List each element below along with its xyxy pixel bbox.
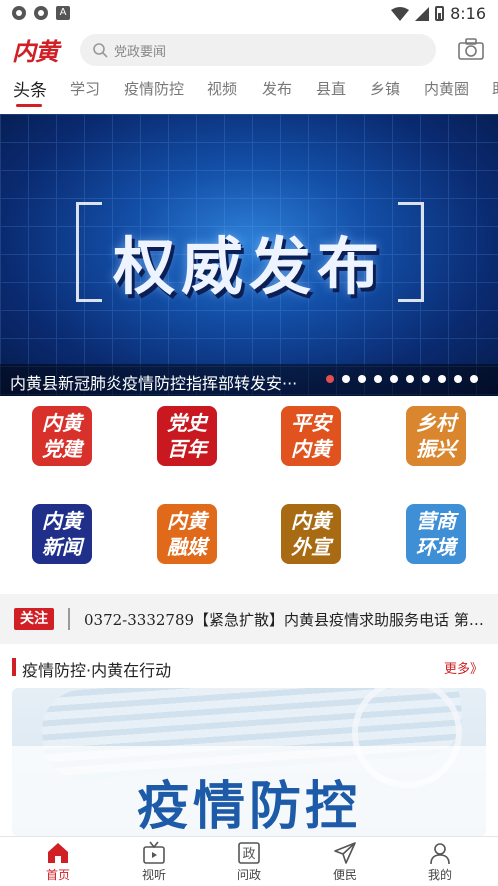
tab-study[interactable]: 学习	[70, 78, 100, 99]
user-icon	[430, 843, 450, 865]
section-more-link[interactable]: 更多》	[444, 658, 483, 677]
grid-item-line2: 环境	[416, 535, 456, 559]
active-tab-indicator	[16, 104, 42, 107]
notice-ticker[interactable]: 关注 0372-3332789【紧急扩散】内黄县疫情求助服务电话 第一批	[0, 594, 498, 644]
feature-card[interactable]: 疫情防控	[12, 688, 486, 836]
carousel-dot[interactable]	[422, 375, 430, 383]
nav-politics[interactable]: 政 问政	[219, 841, 279, 883]
channel-tabs: 头条 学习 疫情防控 视频 发布 县直 乡镇 内黄圈 助	[0, 76, 498, 112]
grid-item-line1: 内黄	[42, 411, 82, 435]
feature-text: 疫情防控	[136, 777, 361, 836]
grid-item-party-history[interactable]: 党史 百年	[157, 406, 217, 466]
battery-icon	[435, 6, 445, 21]
nav-profile[interactable]: 我的	[410, 841, 470, 883]
carousel-dot[interactable]	[438, 375, 446, 383]
settings-notification-icon	[12, 6, 26, 20]
grid-item-line2: 党建	[42, 437, 82, 461]
app-logo: 内黄	[12, 37, 59, 66]
nav-home-label: 首页	[45, 868, 70, 882]
tab-county[interactable]: 县直	[316, 78, 346, 99]
notice-badge: 关注	[14, 608, 54, 630]
nav-service[interactable]: 便民	[315, 841, 375, 883]
nav-service-label: 便民	[332, 868, 357, 882]
grid-item-line1: 内黄	[42, 509, 82, 533]
grid-item-media[interactable]: 内黄 融媒	[157, 504, 217, 564]
tab-release[interactable]: 发布	[262, 78, 292, 99]
tab-neihuang-circle[interactable]: 内黄圈	[424, 78, 469, 99]
grid-item-line2: 外宣	[291, 535, 331, 559]
grid-item-safe-neihuang[interactable]: 平安 内黄	[281, 406, 341, 466]
feature-grid: 内黄 党建 党史 百年 平安 内黄 乡村 振兴 内黄 新闻 内黄 融媒 内黄 外宣 营商 环境	[0, 396, 498, 594]
grid-item-line1: 内黄	[167, 509, 207, 533]
wifi-icon	[391, 6, 410, 21]
carousel-dot[interactable]	[326, 375, 334, 383]
nav-profile-label: 我的	[427, 868, 452, 882]
carousel-dot[interactable]	[342, 375, 350, 383]
carousel-dot[interactable]	[390, 375, 398, 383]
grid-item-business-env[interactable]: 营商 环境	[406, 504, 466, 564]
grid-item-line2: 融媒	[167, 535, 207, 559]
svg-text:政: 政	[242, 847, 255, 862]
settings-notification-icon-2	[34, 6, 48, 20]
tab-epidemic[interactable]: 疫情防控	[124, 78, 184, 99]
nav-media-label: 视听	[141, 868, 166, 882]
a-notification-icon: A	[56, 6, 70, 20]
grid-item-line1: 乡村	[416, 411, 456, 435]
carousel-dot[interactable]	[454, 375, 462, 383]
notice-divider	[68, 608, 70, 630]
tab-towns[interactable]: 乡镇	[370, 78, 400, 99]
grid-item-line1: 内黄	[291, 509, 331, 533]
grid-item-line2: 百年	[167, 437, 207, 461]
tab-help[interactable]: 助	[492, 78, 498, 99]
status-time: 8:16	[450, 4, 486, 23]
carousel-dots	[326, 375, 478, 383]
app-header: 内黄 党政要闻	[0, 28, 498, 72]
tv-icon	[143, 841, 165, 864]
nav-politics-label: 问政	[236, 868, 261, 882]
carousel-dot[interactable]	[358, 375, 366, 383]
grid-item-line1: 平安	[291, 411, 331, 435]
grid-item-party-building[interactable]: 内黄 党建	[32, 406, 92, 466]
zheng-icon: 政	[238, 842, 260, 864]
tab-headline[interactable]: 头条	[13, 76, 47, 101]
camera-icon[interactable]	[458, 38, 484, 60]
status-bar: A 8:16	[0, 0, 498, 28]
carousel-dot[interactable]	[374, 375, 382, 383]
bottom-nav: 首页 视听 政 问政 便民 我的	[0, 836, 498, 886]
carousel-dot[interactable]	[406, 375, 414, 383]
notice-text: 0372-3332789【紧急扩散】内黄县疫情求助服务电话 第一批	[84, 611, 484, 629]
carousel-dot[interactable]	[470, 375, 478, 383]
grid-item-line1: 营商	[416, 509, 456, 533]
send-icon	[334, 842, 356, 864]
grid-item-publicity[interactable]: 内黄 外宣	[281, 504, 341, 564]
search-input[interactable]: 党政要闻	[80, 34, 436, 66]
grid-item-line2: 内黄	[291, 437, 331, 461]
grid-item-line2: 振兴	[416, 437, 456, 461]
banner-caption: 内黄县新冠肺炎疫情防控指挥部转发安···	[10, 374, 298, 393]
home-icon	[48, 843, 68, 863]
nav-home[interactable]: 首页	[28, 841, 88, 883]
grid-item-rural-revival[interactable]: 乡村 振兴	[406, 406, 466, 466]
banner-headline: 权威发布	[112, 230, 385, 303]
tab-video[interactable]: 视频	[207, 78, 237, 99]
nav-media[interactable]: 视听	[124, 841, 184, 883]
banner-carousel[interactable]: 权威发布 内黄县新冠肺炎疫情防控指挥部转发安···	[0, 114, 498, 396]
search-icon	[93, 43, 108, 58]
grid-item-line2: 新闻	[42, 535, 82, 559]
grid-item-line1: 党史	[167, 411, 207, 435]
search-placeholder: 党政要闻	[114, 44, 167, 60]
grid-item-news[interactable]: 内黄 新闻	[32, 504, 92, 564]
section-title: 疫情防控·内黄在行动	[22, 661, 172, 680]
signal-icon	[415, 6, 430, 21]
section-accent-bar	[12, 658, 16, 676]
